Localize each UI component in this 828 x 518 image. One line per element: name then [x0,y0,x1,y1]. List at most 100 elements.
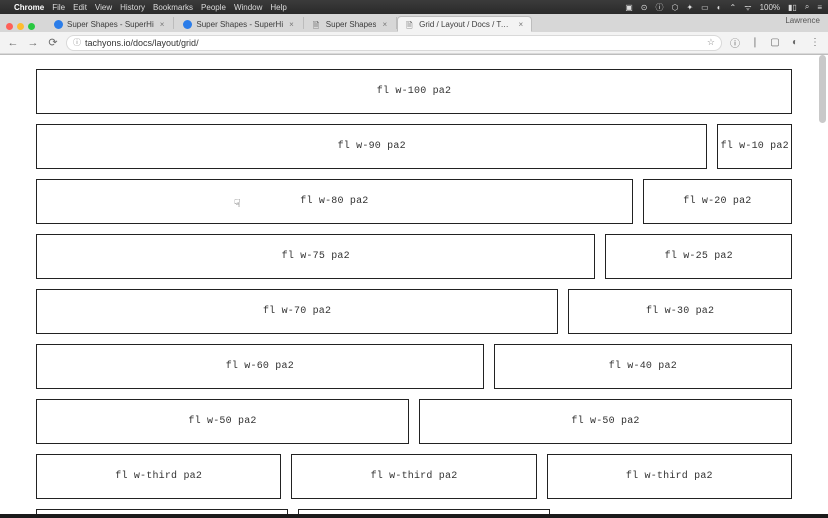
cell-label: fl w-30 pa2 [646,306,714,317]
close-tab-icon[interactable]: × [160,20,165,29]
tabstrip: Super Shapes - SuperHi × Super Shapes - … [0,14,828,32]
cell-label: fl w-80 pa2 [300,196,368,207]
grid-cell: fl w-third pa2 [291,454,536,499]
grid-cell: fl w-40 pa2 [494,344,792,389]
status-icon: ⊙ [641,3,648,12]
window-controls [6,23,35,30]
status-icon: ▣ [625,3,633,12]
status-icon: ⌃ [730,3,737,12]
forward-button[interactable]: → [26,37,40,49]
fullscreen-window-icon[interactable] [28,23,35,30]
extension-icon[interactable]: ▢ [768,37,782,48]
tab-title: Grid / Layout / Docs / TACHYONS [419,20,512,29]
page-content: fl w-100 pa2 fl w-90 pa2 fl w-10 pa2 fl … [0,55,828,518]
browser-tab[interactable]: 🗎 Super Shapes × [304,16,396,32]
cell-label: fl w-third pa2 [626,471,713,482]
cell-label: fl w-50 pa2 [571,416,639,427]
dropbox-icon[interactable]: ⬡ [671,3,678,12]
grid-cell: fl w-25 pa2 [605,234,792,279]
page-viewport: fl w-100 pa2 fl w-90 pa2 fl w-10 pa2 fl … [0,55,828,518]
browser-tab[interactable]: Super Shapes - SuperHi × [45,16,173,32]
mac-menubar: Chrome File Edit View History Bookmarks … [0,0,828,14]
menu-file[interactable]: File [52,3,65,12]
cell-label: fl w-20 pa2 [683,196,751,207]
grid-cell: fl w-10 pa2 [717,124,792,169]
grid-cell: fl w-75 pa2 [36,234,595,279]
cell-label: fl w-70 pa2 [263,306,331,317]
status-icon: ▭ [701,3,709,12]
grid-cell: fl w-third pa2 [36,454,281,499]
grid-row: fl w-90 pa2 fl w-10 pa2 [36,124,792,169]
grid-row: fl w-100 pa2 [36,69,792,114]
cell-label: fl w-40 pa2 [609,361,677,372]
battery-icon: ▮▯ [788,3,797,12]
dock-edge [0,514,828,518]
grid-cell: fl w-100 pa2 [36,69,792,114]
bookmark-star-icon[interactable]: ☆ [707,37,715,48]
menubar-appname[interactable]: Chrome [14,3,44,12]
grid-cell: fl w-90 pa2 [36,124,707,169]
menu-icon[interactable]: ≡ [817,3,822,12]
cell-label: fl w-60 pa2 [226,361,294,372]
menu-people[interactable]: People [201,3,226,12]
minimize-window-icon[interactable] [17,23,24,30]
cell-label: fl w-50 pa2 [188,416,256,427]
menu-view[interactable]: View [95,3,112,12]
wifi-icon[interactable]: ᯤ [744,2,751,13]
grid-row: fl w-50 pa2 fl w-50 pa2 [36,399,792,444]
cell-label: fl w-third pa2 [371,471,458,482]
close-tab-icon[interactable]: × [518,20,523,29]
grid-row: fl w-80 pa2 fl w-20 pa2 [36,179,792,224]
site-info-icon[interactable]: ⓘ [73,37,81,48]
close-tab-icon[interactable]: × [289,20,294,29]
grid-cell: fl w-60 pa2 [36,344,484,389]
vertical-scrollbar[interactable] [819,55,826,123]
menu-window[interactable]: Window [234,3,262,12]
tab-title: Super Shapes - SuperHi [67,20,154,29]
battery-percent: 100% [760,3,780,12]
grid-row: fl w-70 pa2 fl w-30 pa2 [36,289,792,334]
reload-button[interactable]: ⟳ [46,36,60,49]
url-text: tachyons.io/docs/layout/grid/ [85,38,703,48]
close-window-icon[interactable] [6,23,13,30]
grid-cell: fl w-50 pa2 [36,399,409,444]
back-button[interactable]: ← [6,37,20,49]
grid-cell: fl w-70 pa2 [36,289,558,334]
extension-icon[interactable]: ⓘ [728,35,742,50]
menu-history[interactable]: History [120,3,145,12]
grid-cell: fl w-50 pa2 [419,399,792,444]
grid-row: fl w-60 pa2 fl w-40 pa2 [36,344,792,389]
cell-label: fl w-10 pa2 [721,141,789,152]
favicon-superhi-icon [54,20,63,29]
tab-title: Super Shapes - SuperHi [196,20,283,29]
browser-tab[interactable]: Super Shapes - SuperHi × [174,16,302,32]
cell-label: fl w-100 pa2 [377,86,451,97]
grid-cell: fl w-80 pa2 [36,179,633,224]
menu-bookmarks[interactable]: Bookmarks [153,3,193,12]
profile-name[interactable]: Lawrence [785,16,820,25]
status-icon: ⓘ [655,2,663,13]
search-icon[interactable]: ⌕ [805,2,809,12]
extension-icon[interactable]: ◐ [788,37,802,48]
spotlight-icon[interactable]: ◐ [717,3,722,12]
cell-label: fl w-90 pa2 [338,141,406,152]
chrome-window-header: Super Shapes - SuperHi × Super Shapes - … [0,14,828,55]
menu-edit[interactable]: Edit [73,3,87,12]
cell-label: fl w-75 pa2 [282,251,350,262]
favicon-document-icon: 🗎 [313,20,322,29]
grid-row: fl w-third pa2 fl w-third pa2 fl w-third… [36,454,792,499]
extension-icon[interactable]: ❘ [748,37,762,48]
grid-row: fl w-75 pa2 fl w-25 pa2 [36,234,792,279]
favicon-document-icon: 🗎 [406,20,415,29]
close-tab-icon[interactable]: × [382,20,387,29]
menu-help[interactable]: Help [270,3,286,12]
favicon-superhi-icon [183,20,192,29]
browser-toolbar: ← → ⟳ ⓘ tachyons.io/docs/layout/grid/ ☆ … [0,32,828,54]
cell-label: fl w-third pa2 [115,471,202,482]
status-icon: ✦ [686,3,693,12]
tab-title: Super Shapes [326,20,377,29]
chrome-menu-icon[interactable]: ⋮ [808,37,822,48]
browser-tab-active[interactable]: 🗎 Grid / Layout / Docs / TACHYONS × [397,16,532,32]
grid-cell: fl w-third pa2 [547,454,792,499]
address-bar[interactable]: ⓘ tachyons.io/docs/layout/grid/ ☆ [66,35,722,51]
